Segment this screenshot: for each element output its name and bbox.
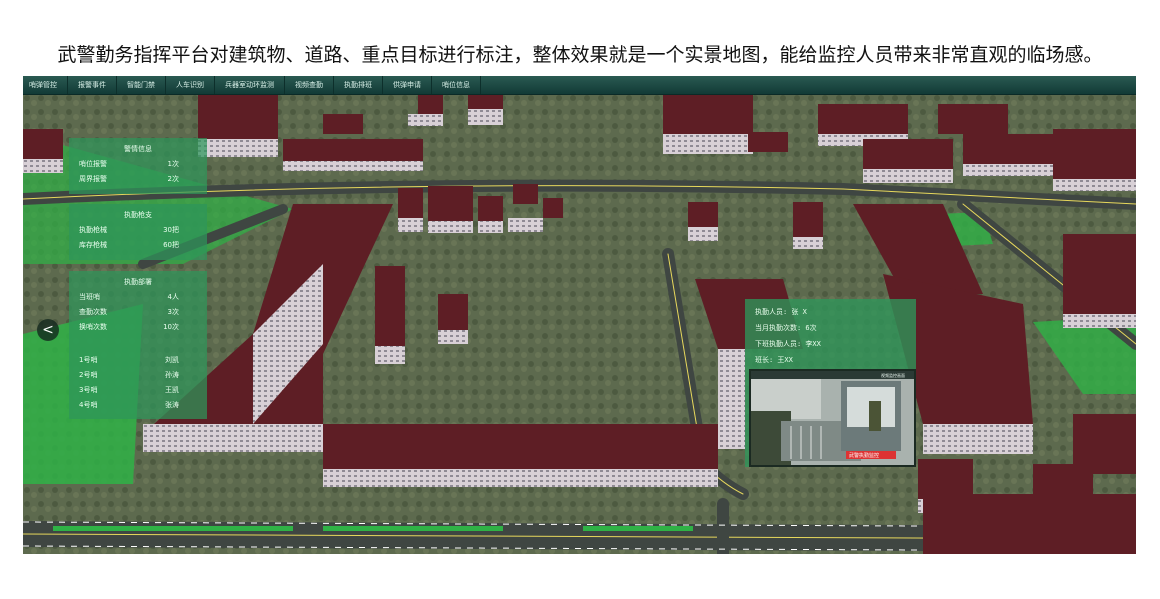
post-guard: 张涛 — [165, 401, 179, 409]
squad-leader: 班长: 王XX — [755, 356, 793, 364]
alarm-info-panel: 警情信息 哨位报警 1次 周界报警 2次 — [69, 138, 207, 194]
row-label: 当班哨 — [79, 293, 100, 301]
next-duty-person: 下班执勤人员: 李XX — [755, 340, 821, 348]
row-value: 2次 — [167, 175, 179, 183]
video-overlay-text: 武警执勤监控 — [849, 452, 879, 459]
surveillance-video[interactable]: 视频监控画面 武警执勤监控 — [749, 369, 916, 467]
duty-person: 执勤人员: 张 X — [755, 308, 807, 316]
post-label: 1号哨 — [79, 356, 98, 364]
post-row: 2号哨 孙涛 — [69, 370, 207, 380]
panel-title: 警情信息 — [124, 145, 152, 153]
row-value: 4人 — [167, 293, 179, 301]
panel-row: 执勤枪械 30把 — [69, 225, 207, 235]
row-label: 周界报警 — [79, 175, 107, 183]
panel-row: 库存枪械 60把 — [69, 240, 207, 250]
nav-item-post-info[interactable]: 哨位信息 — [432, 76, 481, 94]
panel-row: 哨位报警 1次 — [69, 159, 207, 169]
row-label: 库存枪械 — [79, 241, 107, 249]
video-title: 视频监控画面 — [881, 372, 905, 378]
post-label: 3号哨 — [79, 386, 98, 394]
duty-deployment-panel: 执勤部署 当班哨 4人 查勤次数 3次 换哨次数 10次 1号哨 刘凯 2号哨 … — [69, 271, 207, 419]
panel-title: 执勤枪支 — [124, 211, 152, 219]
nav-item-sentry[interactable]: 哨弹管控 — [23, 76, 68, 94]
top-nav: 哨弹管控 报警事件 智能门禁 人车识别 兵器室动环监测 视频查勤 执勤排班 供弹… — [23, 76, 1136, 95]
nav-item-schedule[interactable]: 执勤排班 — [334, 76, 383, 94]
panel-row: 查勤次数 3次 — [69, 307, 207, 317]
row-label: 查勤次数 — [79, 308, 107, 316]
nav-item-video[interactable]: 视频查勤 — [285, 76, 334, 94]
nav-item-ammo[interactable]: 供弹申请 — [383, 76, 432, 94]
nav-item-recognition[interactable]: 人车识别 — [166, 76, 215, 94]
video-frame: 视频监控画面 武警执勤监控 — [751, 371, 914, 465]
app-screen: 哨弹管控 报警事件 智能门禁 人车识别 兵器室动环监测 视频查勤 执勤排班 供弹… — [23, 76, 1136, 554]
row-label: 换哨次数 — [79, 323, 107, 331]
nav-item-armory[interactable]: 兵器室动环监测 — [215, 76, 285, 94]
panel-row: 换哨次数 10次 — [69, 322, 207, 332]
post-row: 3号哨 王凯 — [69, 385, 207, 395]
row-value: 10次 — [163, 323, 179, 331]
row-value: 30把 — [163, 226, 179, 234]
post-guard: 刘凯 — [165, 356, 179, 364]
post-guard: 孙涛 — [165, 371, 179, 379]
post-label: 2号哨 — [79, 371, 98, 379]
row-label: 哨位报警 — [79, 160, 107, 168]
row-value: 60把 — [163, 241, 179, 249]
page-caption: 武警勤务指挥平台对建筑物、道路、重点目标进行标注，整体效果就是一个实景地图，能给… — [57, 44, 1103, 66]
road-median — [53, 526, 693, 531]
panel-row: 当班哨 4人 — [69, 292, 207, 302]
weapon-info-panel: 执勤枪支 执勤枪械 30把 库存枪械 60把 — [69, 204, 207, 260]
panel-title: 执勤部署 — [124, 278, 152, 286]
nav-item-alarm[interactable]: 报警事件 — [68, 76, 117, 94]
post-guard: 王凯 — [165, 386, 179, 394]
post-row: 1号哨 刘凯 — [69, 355, 207, 365]
post-label: 4号哨 — [79, 401, 98, 409]
prev-arrow-button[interactable]: < — [37, 319, 59, 341]
row-value: 1次 — [167, 160, 179, 168]
nav-item-access[interactable]: 智能门禁 — [117, 76, 166, 94]
panel-row: 周界报警 2次 — [69, 174, 207, 184]
monthly-duty-count: 当月执勤次数: 6次 — [755, 324, 817, 332]
row-value: 3次 — [167, 308, 179, 316]
post-row: 4号哨 张涛 — [69, 400, 207, 410]
row-label: 执勤枪械 — [79, 226, 107, 234]
